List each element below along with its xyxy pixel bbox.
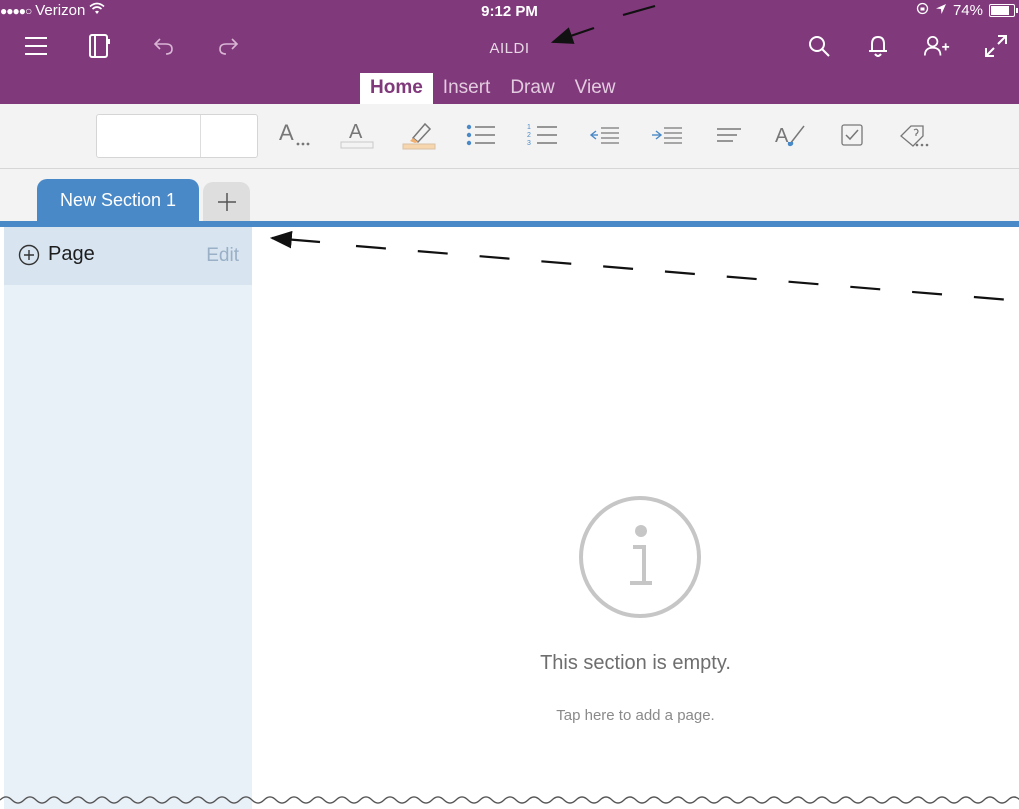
- status-bar: ●●●●○ Verizon 9:12 PM 74%: [0, 0, 1019, 22]
- status-time: 9:12 PM: [481, 3, 538, 20]
- add-page-label: Page: [48, 243, 95, 265]
- add-page-hint[interactable]: Tap here to add a page.: [252, 707, 1019, 724]
- checkbox-tag-icon[interactable]: [833, 118, 873, 152]
- tab-view[interactable]: View: [565, 73, 626, 104]
- home-ribbon: A A 123 A: [0, 104, 1019, 169]
- battery-fill: [991, 6, 1009, 15]
- outdent-icon[interactable]: [585, 118, 625, 152]
- highlighter-icon[interactable]: [399, 118, 439, 152]
- ribbon-tools: A A 123 A: [275, 118, 935, 152]
- app-header: ●●●●○ Verizon 9:12 PM 74% AILDI Home Ins…: [0, 0, 1019, 104]
- edit-pages-button[interactable]: Edit: [206, 245, 239, 267]
- add-circle-icon: [18, 244, 40, 265]
- style-picker-divider: [200, 115, 201, 157]
- font-format-icon[interactable]: A: [275, 118, 315, 152]
- svg-text:A: A: [775, 125, 789, 147]
- tab-home[interactable]: Home: [360, 73, 433, 104]
- tab-draw[interactable]: Draw: [500, 73, 564, 104]
- svg-text:1: 1: [527, 124, 531, 131]
- battery-percent: 74%: [952, 2, 983, 19]
- add-page-button[interactable]: Page: [18, 243, 95, 266]
- page-canvas-empty-state[interactable]: This section is empty. Tap here to add a…: [252, 227, 1019, 809]
- align-left-icon[interactable]: [709, 118, 749, 152]
- indent-icon[interactable]: [647, 118, 687, 152]
- tab-insert[interactable]: Insert: [433, 73, 501, 104]
- add-section-button[interactable]: [203, 182, 250, 221]
- paragraph-style-picker[interactable]: [96, 114, 258, 158]
- plus-icon: [217, 192, 236, 211]
- pages-panel: Page Edit: [4, 227, 252, 809]
- search-icon[interactable]: [806, 33, 832, 59]
- status-right: 74%: [916, 2, 1018, 19]
- numbered-list-icon[interactable]: 123: [523, 118, 563, 152]
- bullet-list-icon[interactable]: [461, 118, 501, 152]
- empty-section-title: This section is empty.: [540, 652, 731, 674]
- section-tab-new-section-1[interactable]: New Section 1: [37, 179, 199, 221]
- header-right-actions: [806, 33, 1009, 59]
- svg-text:A: A: [279, 120, 294, 145]
- tag-more-icon[interactable]: [895, 118, 935, 152]
- text-style-brush-icon[interactable]: A: [771, 118, 811, 152]
- info-icon: [579, 496, 701, 618]
- battery-icon: [989, 4, 1018, 17]
- section-tabs-strip: New Section 1: [0, 169, 1019, 221]
- svg-text:A: A: [349, 121, 363, 143]
- rotation-lock-icon: [916, 2, 929, 19]
- bell-icon[interactable]: [865, 33, 891, 59]
- svg-text:2: 2: [527, 132, 531, 139]
- ribbon-tabs: Home Insert Draw View: [360, 73, 626, 104]
- location-icon: [935, 2, 947, 19]
- svg-text:3: 3: [527, 140, 531, 147]
- add-person-icon[interactable]: [924, 33, 950, 59]
- font-color-icon[interactable]: A: [337, 118, 377, 152]
- expand-icon[interactable]: [983, 33, 1009, 59]
- pages-header-row: Page Edit: [4, 227, 252, 285]
